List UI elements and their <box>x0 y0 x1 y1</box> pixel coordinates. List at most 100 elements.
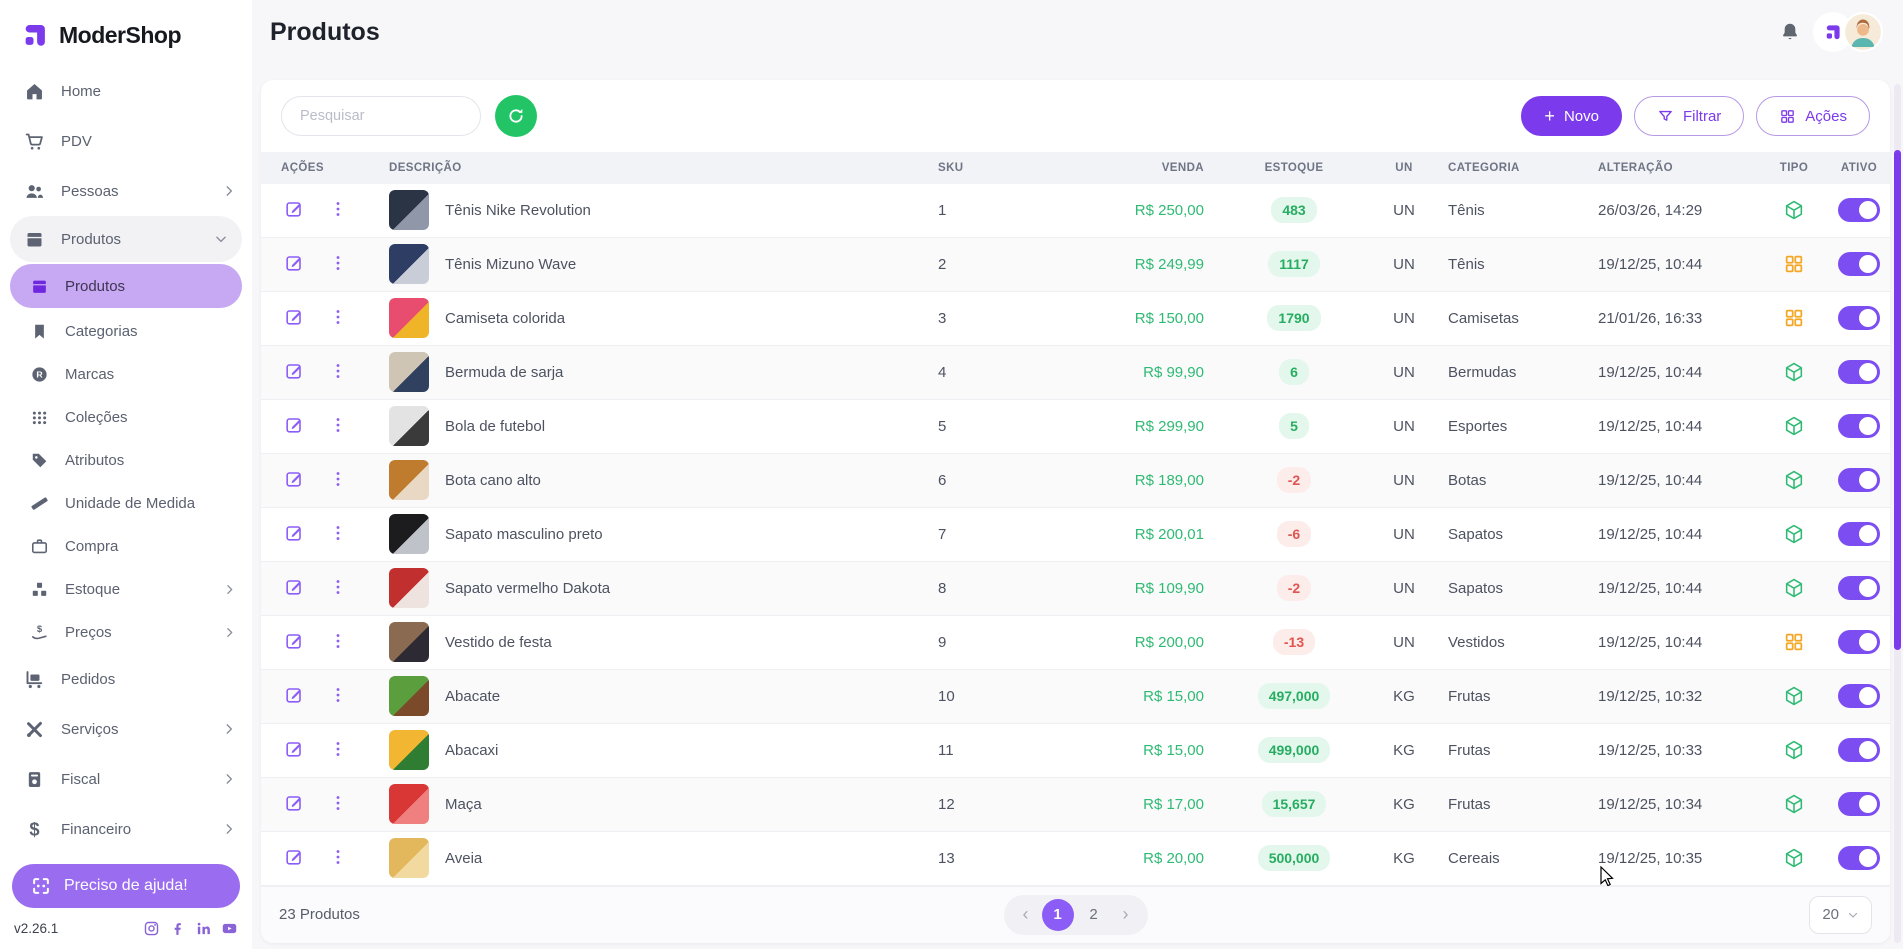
kebab-menu-icon[interactable] <box>327 631 349 653</box>
page-size-select[interactable]: 20 <box>1809 896 1872 934</box>
briefcase-icon <box>30 537 49 556</box>
sidebar-subitem-atributos[interactable]: Atributos <box>0 439 252 482</box>
edit-icon[interactable] <box>283 631 305 653</box>
sidebar-subitem-preços[interactable]: $Preços <box>0 611 252 654</box>
sidebar-subitem-marcas[interactable]: RMarcas <box>0 353 252 396</box>
active-toggle[interactable] <box>1838 522 1880 546</box>
product-updated-at: 19/12/25, 10:44 <box>1590 418 1760 435</box>
sidebar-subitem-unidade-de-medida[interactable]: Unidade de Medida <box>0 482 252 525</box>
chevron-down-icon <box>1847 909 1859 921</box>
product-category: Frutas <box>1440 688 1590 705</box>
brand-logo[interactable]: ModerShop <box>0 0 252 62</box>
search-input[interactable] <box>281 96 481 136</box>
sidebar-item-financeiro[interactable]: $Financeiro <box>0 804 252 854</box>
kebab-menu-icon[interactable] <box>327 199 349 221</box>
edit-icon[interactable] <box>283 523 305 545</box>
svg-text:R: R <box>36 370 43 380</box>
instagram-icon[interactable] <box>143 920 160 937</box>
actions-button[interactable]: Ações <box>1756 96 1870 136</box>
kebab-menu-icon[interactable] <box>327 253 349 275</box>
kebab-menu-icon[interactable] <box>327 469 349 491</box>
active-toggle[interactable] <box>1838 198 1880 222</box>
edit-icon[interactable] <box>283 415 305 437</box>
product-updated-at: 19/12/25, 10:44 <box>1590 580 1760 597</box>
active-toggle[interactable] <box>1838 576 1880 600</box>
kebab-menu-icon[interactable] <box>327 577 349 599</box>
sidebar-subitem-estoque[interactable]: Estoque <box>0 568 252 611</box>
product-name: Tênis Nike Revolution <box>445 202 591 219</box>
edit-icon[interactable] <box>283 307 305 329</box>
sidebar-item-pessoas[interactable]: Pessoas <box>0 166 252 216</box>
active-toggle[interactable] <box>1838 630 1880 654</box>
product-name: Camiseta colorida <box>445 310 565 327</box>
filter-button[interactable]: Filtrar <box>1634 96 1744 136</box>
kebab-menu-icon[interactable] <box>327 739 349 761</box>
active-toggle[interactable] <box>1838 684 1880 708</box>
active-toggle[interactable] <box>1838 252 1880 276</box>
kebab-menu-icon[interactable] <box>327 847 349 869</box>
active-toggle[interactable] <box>1838 414 1880 438</box>
sidebar-item-fiscal[interactable]: Fiscal <box>0 754 252 804</box>
table-row: Abacaxi 11 R$ 15,00 499,000 KG Frutas 19… <box>261 724 1890 778</box>
user-avatar[interactable] <box>1845 14 1881 50</box>
prev-page-button[interactable]: ‹ <box>1014 904 1038 925</box>
active-toggle[interactable] <box>1838 360 1880 384</box>
edit-icon[interactable] <box>283 793 305 815</box>
active-toggle[interactable] <box>1838 306 1880 330</box>
products-card: + Novo Filtrar Ações <box>261 80 1890 943</box>
kebab-menu-icon[interactable] <box>327 415 349 437</box>
product-price: R$ 99,90 <box>1060 364 1220 381</box>
sidebar-item-serviços[interactable]: Serviços <box>0 704 252 754</box>
product-updated-at: 19/12/25, 10:44 <box>1590 472 1760 489</box>
sidebar-item-produtos[interactable]: Produtos <box>10 216 242 262</box>
sidebar-item-pedidos[interactable]: Pedidos <box>0 654 252 704</box>
new-product-button[interactable]: + Novo <box>1521 96 1622 136</box>
edit-icon[interactable] <box>283 685 305 707</box>
product-category: Vestidos <box>1440 634 1590 651</box>
page-button-2[interactable]: 2 <box>1078 899 1110 931</box>
kebab-menu-icon[interactable] <box>327 361 349 383</box>
sidebar-subitem-coleções[interactable]: Coleções <box>0 396 252 439</box>
column-header-alteracao: ALTERAÇÃO <box>1590 162 1760 174</box>
sidebar-subitem-categorias[interactable]: Categorias <box>0 310 252 353</box>
product-price: R$ 15,00 <box>1060 688 1220 705</box>
edit-icon[interactable] <box>283 199 305 221</box>
product-name: Bermuda de sarja <box>445 364 563 381</box>
page-button-1[interactable]: 1 <box>1042 899 1074 931</box>
sidebar-subitem-produtos[interactable]: Produtos <box>10 264 242 308</box>
active-toggle[interactable] <box>1838 468 1880 492</box>
kebab-menu-icon[interactable] <box>327 685 349 707</box>
grid-variant-icon <box>1783 253 1805 275</box>
product-sku: 8 <box>930 580 1060 597</box>
sidebar-menu: HomePDVPessoasProdutosProdutosCategorias… <box>0 62 252 858</box>
edit-icon[interactable] <box>283 739 305 761</box>
finance-icon: $ <box>24 819 45 840</box>
sidebar-item-home[interactable]: Home <box>0 66 252 116</box>
linkedin-icon[interactable] <box>195 920 212 937</box>
edit-icon[interactable] <box>283 577 305 599</box>
kebab-menu-icon[interactable] <box>327 523 349 545</box>
refresh-button[interactable] <box>495 95 537 137</box>
kebab-menu-icon[interactable] <box>327 793 349 815</box>
stock-badge: 6 <box>1279 359 1309 385</box>
sidebar-item-pdv[interactable]: PDV <box>0 116 252 166</box>
stock-badge: -6 <box>1277 521 1311 547</box>
sidebar-subitem-compra[interactable]: Compra <box>0 525 252 568</box>
facebook-icon[interactable] <box>169 920 186 937</box>
youtube-icon[interactable] <box>221 920 238 937</box>
help-button[interactable]: Preciso de ajuda! <box>12 864 240 908</box>
edit-icon[interactable] <box>283 469 305 491</box>
active-toggle[interactable] <box>1838 846 1880 870</box>
edit-icon[interactable] <box>283 253 305 275</box>
notifications-bell-icon[interactable] <box>1779 21 1801 43</box>
product-updated-at: 19/12/25, 10:32 <box>1590 688 1760 705</box>
active-toggle[interactable] <box>1838 738 1880 762</box>
active-toggle[interactable] <box>1838 792 1880 816</box>
next-page-button[interactable]: › <box>1114 904 1138 925</box>
tag-icon <box>30 451 49 470</box>
scrollbar-thumb[interactable] <box>1894 150 1901 650</box>
kebab-menu-icon[interactable] <box>327 307 349 329</box>
people-icon <box>24 181 45 202</box>
edit-icon[interactable] <box>283 361 305 383</box>
edit-icon[interactable] <box>283 847 305 869</box>
